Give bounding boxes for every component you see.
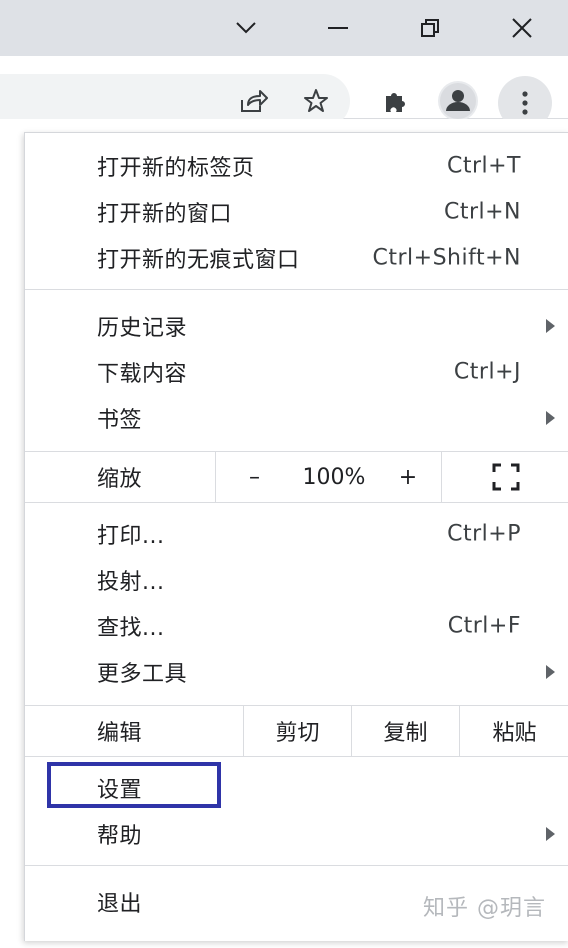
- menu-separator: [25, 865, 568, 866]
- browser-toolbar: [0, 56, 568, 130]
- cut-label: 剪切: [275, 721, 320, 746]
- share-button[interactable]: [234, 81, 274, 121]
- avatar-icon: [440, 83, 476, 119]
- menu-item-label: 帮助: [97, 824, 143, 849]
- menu-item-find[interactable]: 查找... Ctrl+F: [25, 603, 568, 649]
- menu-item-print[interactable]: 打印... Ctrl+P: [25, 511, 568, 557]
- copy-label: 复制: [383, 721, 428, 746]
- menu-item-more-tools[interactable]: 更多工具: [25, 649, 568, 695]
- paste-button[interactable]: 粘贴: [459, 706, 568, 756]
- tab-search-button[interactable]: [224, 8, 268, 48]
- menu-item-new-tab[interactable]: 打开新的标签页 Ctrl+T: [25, 143, 568, 189]
- menu-item-label: 历史记录: [97, 316, 188, 341]
- minimize-icon: [328, 27, 348, 29]
- fullscreen-button[interactable]: [441, 452, 568, 502]
- restore-icon: [421, 19, 439, 37]
- menu-item-label: 查找...: [97, 616, 165, 641]
- menu-item-label: 打开新的窗口: [97, 202, 233, 227]
- copy-button[interactable]: 复制: [351, 706, 459, 756]
- extensions-button[interactable]: [376, 81, 416, 121]
- edit-label: 编辑: [97, 721, 143, 746]
- minimize-button[interactable]: [316, 8, 360, 48]
- menu-separator: [25, 289, 568, 290]
- chevron-down-icon: [236, 22, 256, 34]
- kebab-menu-icon: [522, 91, 528, 115]
- menu-item-label: 打开新的无痕式窗口: [97, 248, 300, 273]
- chrome-main-menu: 打开新的标签页 Ctrl+T 打开新的窗口 Ctrl+N 打开新的无痕式窗口 C…: [24, 132, 568, 941]
- menu-item-shortcut: Ctrl+F: [447, 613, 521, 639]
- title-bar: [0, 0, 568, 56]
- menu-item-label: 书签: [97, 408, 143, 433]
- zoom-label: 缩放: [97, 467, 143, 492]
- zoom-out-button[interactable]: –: [215, 452, 293, 502]
- menu-item-shortcut: Ctrl+Shift+N: [372, 245, 521, 271]
- zoom-row: 缩放 – 100% +: [25, 451, 568, 503]
- menu-item-shortcut: Ctrl+N: [443, 199, 521, 225]
- bookmark-star-button[interactable]: [296, 81, 336, 121]
- zoom-in-glyph: +: [398, 464, 418, 490]
- submenu-arrow-icon: [546, 319, 555, 333]
- paste-label: 粘贴: [492, 721, 537, 746]
- watermark-text: 知乎 @玥言: [423, 896, 546, 921]
- settings-highlight-box: [47, 762, 221, 808]
- menu-item-label: 投射...: [97, 570, 165, 595]
- menu-item-new-window[interactable]: 打开新的窗口 Ctrl+N: [25, 189, 568, 235]
- close-icon: [512, 18, 532, 38]
- menu-item-shortcut: Ctrl+P: [447, 521, 521, 547]
- profile-button[interactable]: [438, 81, 478, 121]
- menu-item-label: 打开新的标签页: [97, 156, 255, 181]
- menu-item-history[interactable]: 历史记录: [25, 303, 568, 349]
- menu-item-label: 打印...: [97, 524, 165, 549]
- menu-item-label: 更多工具: [97, 662, 188, 687]
- menu-item-label: 下载内容: [97, 362, 188, 387]
- restore-button[interactable]: [408, 8, 452, 48]
- zoom-in-button[interactable]: +: [375, 452, 441, 502]
- menu-item-label: 退出: [97, 892, 143, 917]
- menu-item-new-incognito-window[interactable]: 打开新的无痕式窗口 Ctrl+Shift+N: [25, 235, 568, 281]
- fullscreen-icon: [492, 463, 519, 491]
- puzzle-icon: [386, 93, 405, 112]
- menu-item-help[interactable]: 帮助: [25, 811, 568, 857]
- zoom-level-value: 100%: [293, 452, 375, 502]
- close-button[interactable]: [500, 8, 544, 48]
- menu-item-cast[interactable]: 投射...: [25, 557, 568, 603]
- menu-item-bookmarks[interactable]: 书签: [25, 395, 568, 441]
- edit-row: 编辑 剪切 复制 粘贴: [25, 705, 568, 757]
- zoom-level-text: 100%: [302, 464, 366, 490]
- menu-item-shortcut: Ctrl+T: [446, 153, 521, 179]
- submenu-arrow-icon: [546, 827, 555, 841]
- star-icon: [304, 89, 328, 112]
- zoom-out-glyph: –: [249, 464, 260, 490]
- submenu-arrow-icon: [546, 665, 555, 679]
- submenu-arrow-icon: [546, 411, 555, 425]
- share-icon: [241, 90, 268, 112]
- cut-button[interactable]: 剪切: [243, 706, 351, 756]
- menu-item-downloads[interactable]: 下载内容 Ctrl+J: [25, 349, 568, 395]
- menu-item-shortcut: Ctrl+J: [453, 359, 521, 385]
